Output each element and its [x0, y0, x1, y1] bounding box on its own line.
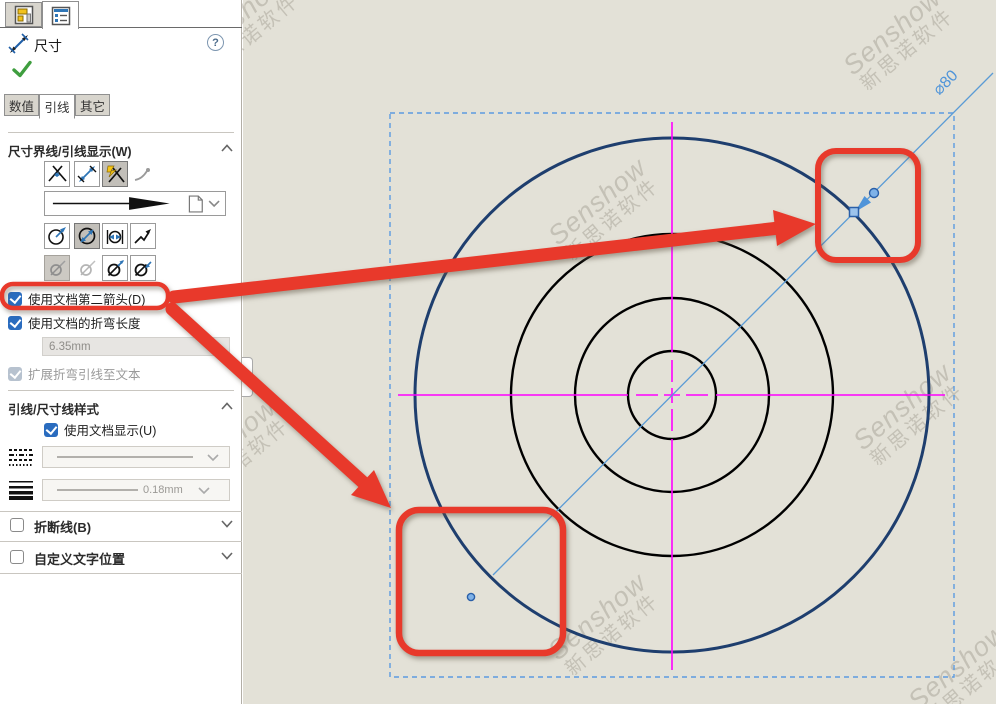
foreshortened-button[interactable] [130, 223, 156, 249]
line-style-icon [8, 447, 34, 467]
radial-leader-button[interactable] [44, 223, 70, 249]
tab-leaders[interactable]: 引线 [39, 94, 75, 119]
help-glyph: ? [212, 37, 219, 49]
diameter-symbol-button-4[interactable] [130, 255, 156, 281]
divider [8, 132, 234, 133]
diameter-symbol-button-1 [44, 255, 70, 281]
checkbox-checked-icon[interactable] [8, 316, 22, 330]
tab-other-label: 其它 [80, 96, 105, 115]
tab-value-label: 数值 [9, 96, 34, 115]
break-line-checkbox[interactable] [10, 518, 24, 532]
divider [0, 511, 242, 512]
solidworks-dimension-ui: Senshow新思诺软件 Senshow新思诺软件 Senshow新思诺软件 S… [0, 0, 996, 704]
leader-style-section-header: 引线/尺寸线样式 [8, 399, 99, 418]
custom-text-position-checkbox[interactable] [10, 550, 24, 564]
divider [8, 390, 234, 391]
arrow-style-preview [45, 192, 225, 215]
use-doc-second-arrow-checkbox[interactable]: 使用文档第二箭头(D) [8, 289, 145, 308]
property-manager-panel: 尺寸 ? 数值 引线 其它 尺寸界线/引线显示(W) [0, 0, 242, 704]
divider [0, 573, 242, 574]
checkbox-checked-disabled-icon [8, 367, 22, 381]
line-thickness-dropdown: 0.18mm [42, 479, 230, 501]
collapse-chevron-up-icon[interactable] [221, 144, 233, 152]
tab-feature-manager[interactable] [5, 2, 42, 27]
diameter-symbol-icon [133, 258, 153, 278]
ok-check-icon[interactable] [12, 60, 32, 78]
line-style-dropdown [42, 446, 230, 468]
witness-outside-arrows-button[interactable] [74, 161, 100, 187]
help-icon[interactable]: ? [207, 34, 224, 51]
panel-title: 尺寸 [34, 36, 62, 56]
witness-outside-arrows-icon [77, 164, 97, 184]
arrow-flip-knob[interactable] [870, 189, 879, 198]
diameter-symbol-icon [77, 258, 97, 278]
use-doc-display-checkbox[interactable]: 使用文档显示(U) [44, 420, 156, 439]
dimension-tool-icon [8, 33, 30, 55]
arrow-attach-handle[interactable] [850, 208, 859, 217]
tabstrip-border [0, 27, 242, 28]
dimension-endpoint-handle[interactable] [467, 593, 474, 600]
property-manager-icon [51, 6, 71, 26]
feature-manager-icon [14, 5, 34, 25]
witness-smart-button[interactable] [102, 161, 128, 187]
thickness-value: 0.18mm [143, 484, 183, 496]
checkbox-unchecked-icon[interactable] [10, 518, 24, 532]
diameter-symbol-icon [105, 258, 125, 278]
diameter-leader-button[interactable] [74, 223, 100, 249]
arrow-style-dropdown[interactable] [44, 191, 226, 216]
witness-smart-icon [105, 164, 125, 184]
tab-leaders-label: 引线 [44, 97, 69, 116]
dimension-value-label[interactable]: ⌀80 [930, 67, 961, 98]
line-thickness-icon [8, 480, 34, 500]
foreshortened-icon [133, 226, 153, 246]
diameter-outside-button[interactable] [102, 223, 128, 249]
expand-chevron-down-icon[interactable] [221, 520, 233, 528]
leader-style-icon [130, 161, 156, 187]
tab-value[interactable]: 数值 [4, 94, 39, 116]
bend-length-input: 6.35mm [42, 337, 230, 356]
use-doc-bend-length-checkbox[interactable]: 使用文档的折弯长度 [8, 313, 141, 332]
checkbox-checked-icon[interactable] [44, 423, 58, 437]
witness-section-header: 尺寸界线/引线显示(W) [8, 141, 132, 160]
radial-leader-icon [47, 226, 67, 246]
diameter-leader-icon [77, 226, 97, 246]
drawing-geometry: ⌀80 [242, 0, 996, 704]
diameter-symbol-icon [47, 258, 67, 278]
document-default-icon [189, 196, 202, 212]
use-doc-display-label: 使用文档显示(U) [64, 420, 156, 439]
diameter-symbol-button-3[interactable] [102, 255, 128, 281]
break-line-label: 折断线(B) [34, 517, 91, 536]
diameter-symbol-button-2 [74, 255, 100, 281]
panel-edge-handle[interactable] [242, 357, 253, 397]
witness-inside-arrows-icon [47, 164, 67, 184]
use-doc-bend-length-label: 使用文档的折弯长度 [28, 313, 141, 332]
custom-text-position-label: 自定义文字位置 [34, 549, 125, 568]
tab-other[interactable]: 其它 [75, 94, 110, 116]
extend-bent-leader-label: 扩展折弯引线至文本 [28, 364, 141, 383]
extend-bent-leader-checkbox: 扩展折弯引线至文本 [8, 364, 141, 383]
diameter-outside-icon [105, 226, 125, 246]
checkbox-checked-icon[interactable] [8, 292, 22, 306]
use-doc-second-arrow-label: 使用文档第二箭头(D) [28, 289, 145, 308]
tab-property-manager[interactable] [42, 1, 79, 29]
divider [0, 541, 242, 542]
checkbox-unchecked-icon[interactable] [10, 550, 24, 564]
collapse-chevron-up-icon[interactable] [221, 402, 233, 410]
witness-inside-arrows-button[interactable] [44, 161, 70, 187]
expand-chevron-down-icon[interactable] [221, 552, 233, 560]
